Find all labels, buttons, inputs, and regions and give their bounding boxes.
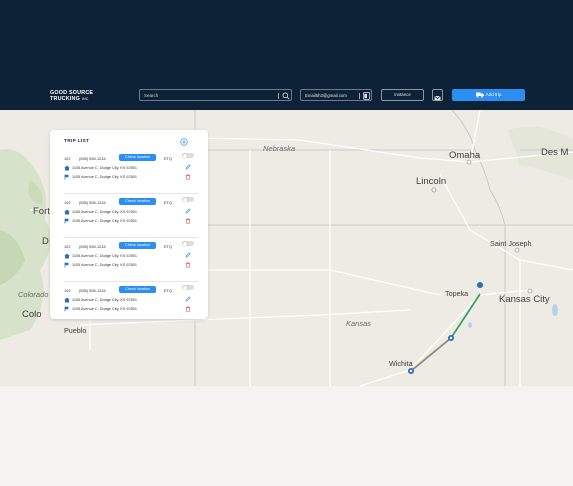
- flag-icon: [64, 262, 69, 268]
- add-trip-button[interactable]: Add trip: [452, 89, 525, 101]
- city-label-wichita: Wichita: [389, 359, 413, 368]
- trip-item[interactable]: 102 (555) 555-1234 Check location ETQ 1105 A…: [64, 197, 198, 238]
- trip-toggle[interactable]: [182, 153, 194, 158]
- city-label-fort-collins: Fort: [33, 206, 50, 217]
- state-label-colorado: Colorado: [18, 290, 49, 299]
- city-label-denver: D: [42, 236, 49, 247]
- search-input[interactable]: [144, 91, 274, 100]
- trip-destination: 1105 Avenue C, Dodge City, KS 67801: [72, 307, 138, 311]
- trip-header-row: 102 (555) 555-1234 Check location ETQ: [64, 197, 198, 206]
- home-icon: [64, 209, 70, 215]
- trip-item[interactable]: 102 (555) 555-1234 Check location ETQ 1105 A…: [64, 153, 198, 194]
- trip-eta: ETQ: [164, 288, 172, 293]
- city-label-kansas-city: Kansas City: [499, 294, 550, 305]
- trip-header-row: 102 (555) 555-1234 Check location ETQ: [64, 153, 198, 162]
- brand-logo[interactable]: GOOD SOURCE TRUCKING INC: [50, 90, 93, 102]
- trip-toggle[interactable]: [182, 285, 194, 290]
- check-location-button[interactable]: Check location: [119, 198, 156, 205]
- trip-id: 102: [64, 156, 71, 161]
- home-icon: [64, 297, 70, 303]
- home-icon: [64, 165, 70, 171]
- city-label-omaha: Omaha: [449, 150, 481, 161]
- state-label-nebraska: Nebraska: [263, 144, 296, 153]
- trip-phone: (555) 555-1234: [79, 200, 106, 205]
- check-location-button[interactable]: Check location: [119, 286, 156, 293]
- city-label-pueblo: Pueblo: [64, 326, 87, 335]
- flag-icon: [64, 218, 69, 224]
- trash-icon[interactable]: [185, 174, 191, 180]
- trip-id: 102: [64, 244, 71, 249]
- account-email-box[interactable]: Email5h3@gmail.com: [300, 89, 372, 101]
- logo-line2: TRUCKING: [50, 96, 81, 102]
- trip-phone: (555) 555-1234: [79, 244, 106, 249]
- trash-icon[interactable]: [185, 218, 191, 224]
- trip-item[interactable]: 102 (555) 555-1234 Check location ETQ 1105 A…: [64, 241, 198, 282]
- mail-button[interactable]: [432, 89, 443, 101]
- trip-list-title: TRIP LIST: [64, 139, 90, 144]
- trip-toggle[interactable]: [182, 241, 194, 246]
- home-icon: [64, 253, 70, 259]
- check-location-button[interactable]: Check location: [119, 242, 156, 249]
- search-icon[interactable]: [282, 92, 290, 100]
- city-label-saint-joseph: Saint Joseph: [490, 239, 532, 248]
- plus-circle-icon[interactable]: [180, 138, 188, 146]
- trip-id: 102: [64, 288, 71, 293]
- city-label-colorado-springs: Colo: [22, 309, 42, 320]
- trip-origin: 1105 Avenue C, Dodge City, KS 67801: [72, 254, 138, 258]
- trip-divider: [64, 237, 198, 238]
- trip-eta: ETQ: [164, 156, 172, 161]
- flag-icon: [64, 174, 69, 180]
- search-divider: [278, 93, 279, 99]
- trip-toggle[interactable]: [182, 197, 194, 202]
- trip-destination: 1105 Avenue C, Dodge City, KS 67801: [72, 219, 138, 223]
- map-pin-icon: [408, 368, 414, 374]
- trip-destination: 1105 Avenue C, Dodge City, KS 67801: [72, 263, 138, 267]
- trip-list-panel: TRIP LIST 102 (555) 555-1234 Check locatio…: [50, 130, 208, 319]
- logo-suffix: INC: [81, 97, 89, 101]
- trip-header-row: 102 (555) 555-1234 Check location ETQ: [64, 285, 198, 294]
- search-bar: [139, 89, 292, 101]
- trip-divider: [64, 281, 198, 282]
- city-label-des-moines: Des M: [541, 147, 569, 158]
- check-location-button[interactable]: Check location: [119, 154, 156, 161]
- pencil-icon[interactable]: [185, 296, 191, 302]
- trip-origin: 1105 Avenue C, Dodge City, KS 67801: [72, 298, 138, 302]
- trip-id: 102: [64, 200, 71, 205]
- trash-icon[interactable]: [185, 262, 191, 268]
- user-card-icon[interactable]: [363, 92, 370, 100]
- map-pin-icon: [448, 335, 454, 341]
- trip-item[interactable]: 102 (555) 555-1234 Check location ETQ 1105 A…: [64, 285, 198, 326]
- email-divider: [359, 93, 360, 99]
- mail-icon: [434, 95, 441, 101]
- trip-phone: (555) 555-1234: [79, 288, 106, 293]
- city-label-lincoln: Lincoln: [416, 176, 447, 187]
- trip-origin: 1105 Avenue C, Dodge City, KS 67801: [72, 210, 138, 214]
- trip-phone: (555) 555-1234: [79, 156, 106, 161]
- trip-eta: ETQ: [164, 200, 172, 205]
- account-email: Email5h3@gmail.com: [305, 93, 347, 98]
- top-header: GOOD SOURCE TRUCKING INC Email5h3@gmail.…: [0, 0, 573, 110]
- trip-destination: 1105 Avenue C, Dodge City, KS 67801: [72, 175, 138, 179]
- trip-header-row: 102 (555) 555-1234 Check location ETQ: [64, 241, 198, 250]
- pencil-icon[interactable]: [185, 208, 191, 214]
- truck-icon: [475, 92, 484, 98]
- trip-divider: [64, 193, 198, 194]
- state-label-kansas: Kansas: [346, 319, 372, 328]
- instance-button[interactable]: Instance: [381, 89, 424, 101]
- trip-eta: ETQ: [164, 244, 172, 249]
- add-trip-label: Add trip: [485, 92, 502, 97]
- pencil-icon[interactable]: [185, 164, 191, 170]
- pencil-icon[interactable]: [185, 252, 191, 258]
- flag-icon: [64, 306, 69, 312]
- trash-icon[interactable]: [185, 306, 191, 312]
- trip-origin: 1105 Avenue C, Dodge City, KS 67801: [72, 166, 138, 170]
- city-label-topeka: Topeka: [445, 289, 469, 298]
